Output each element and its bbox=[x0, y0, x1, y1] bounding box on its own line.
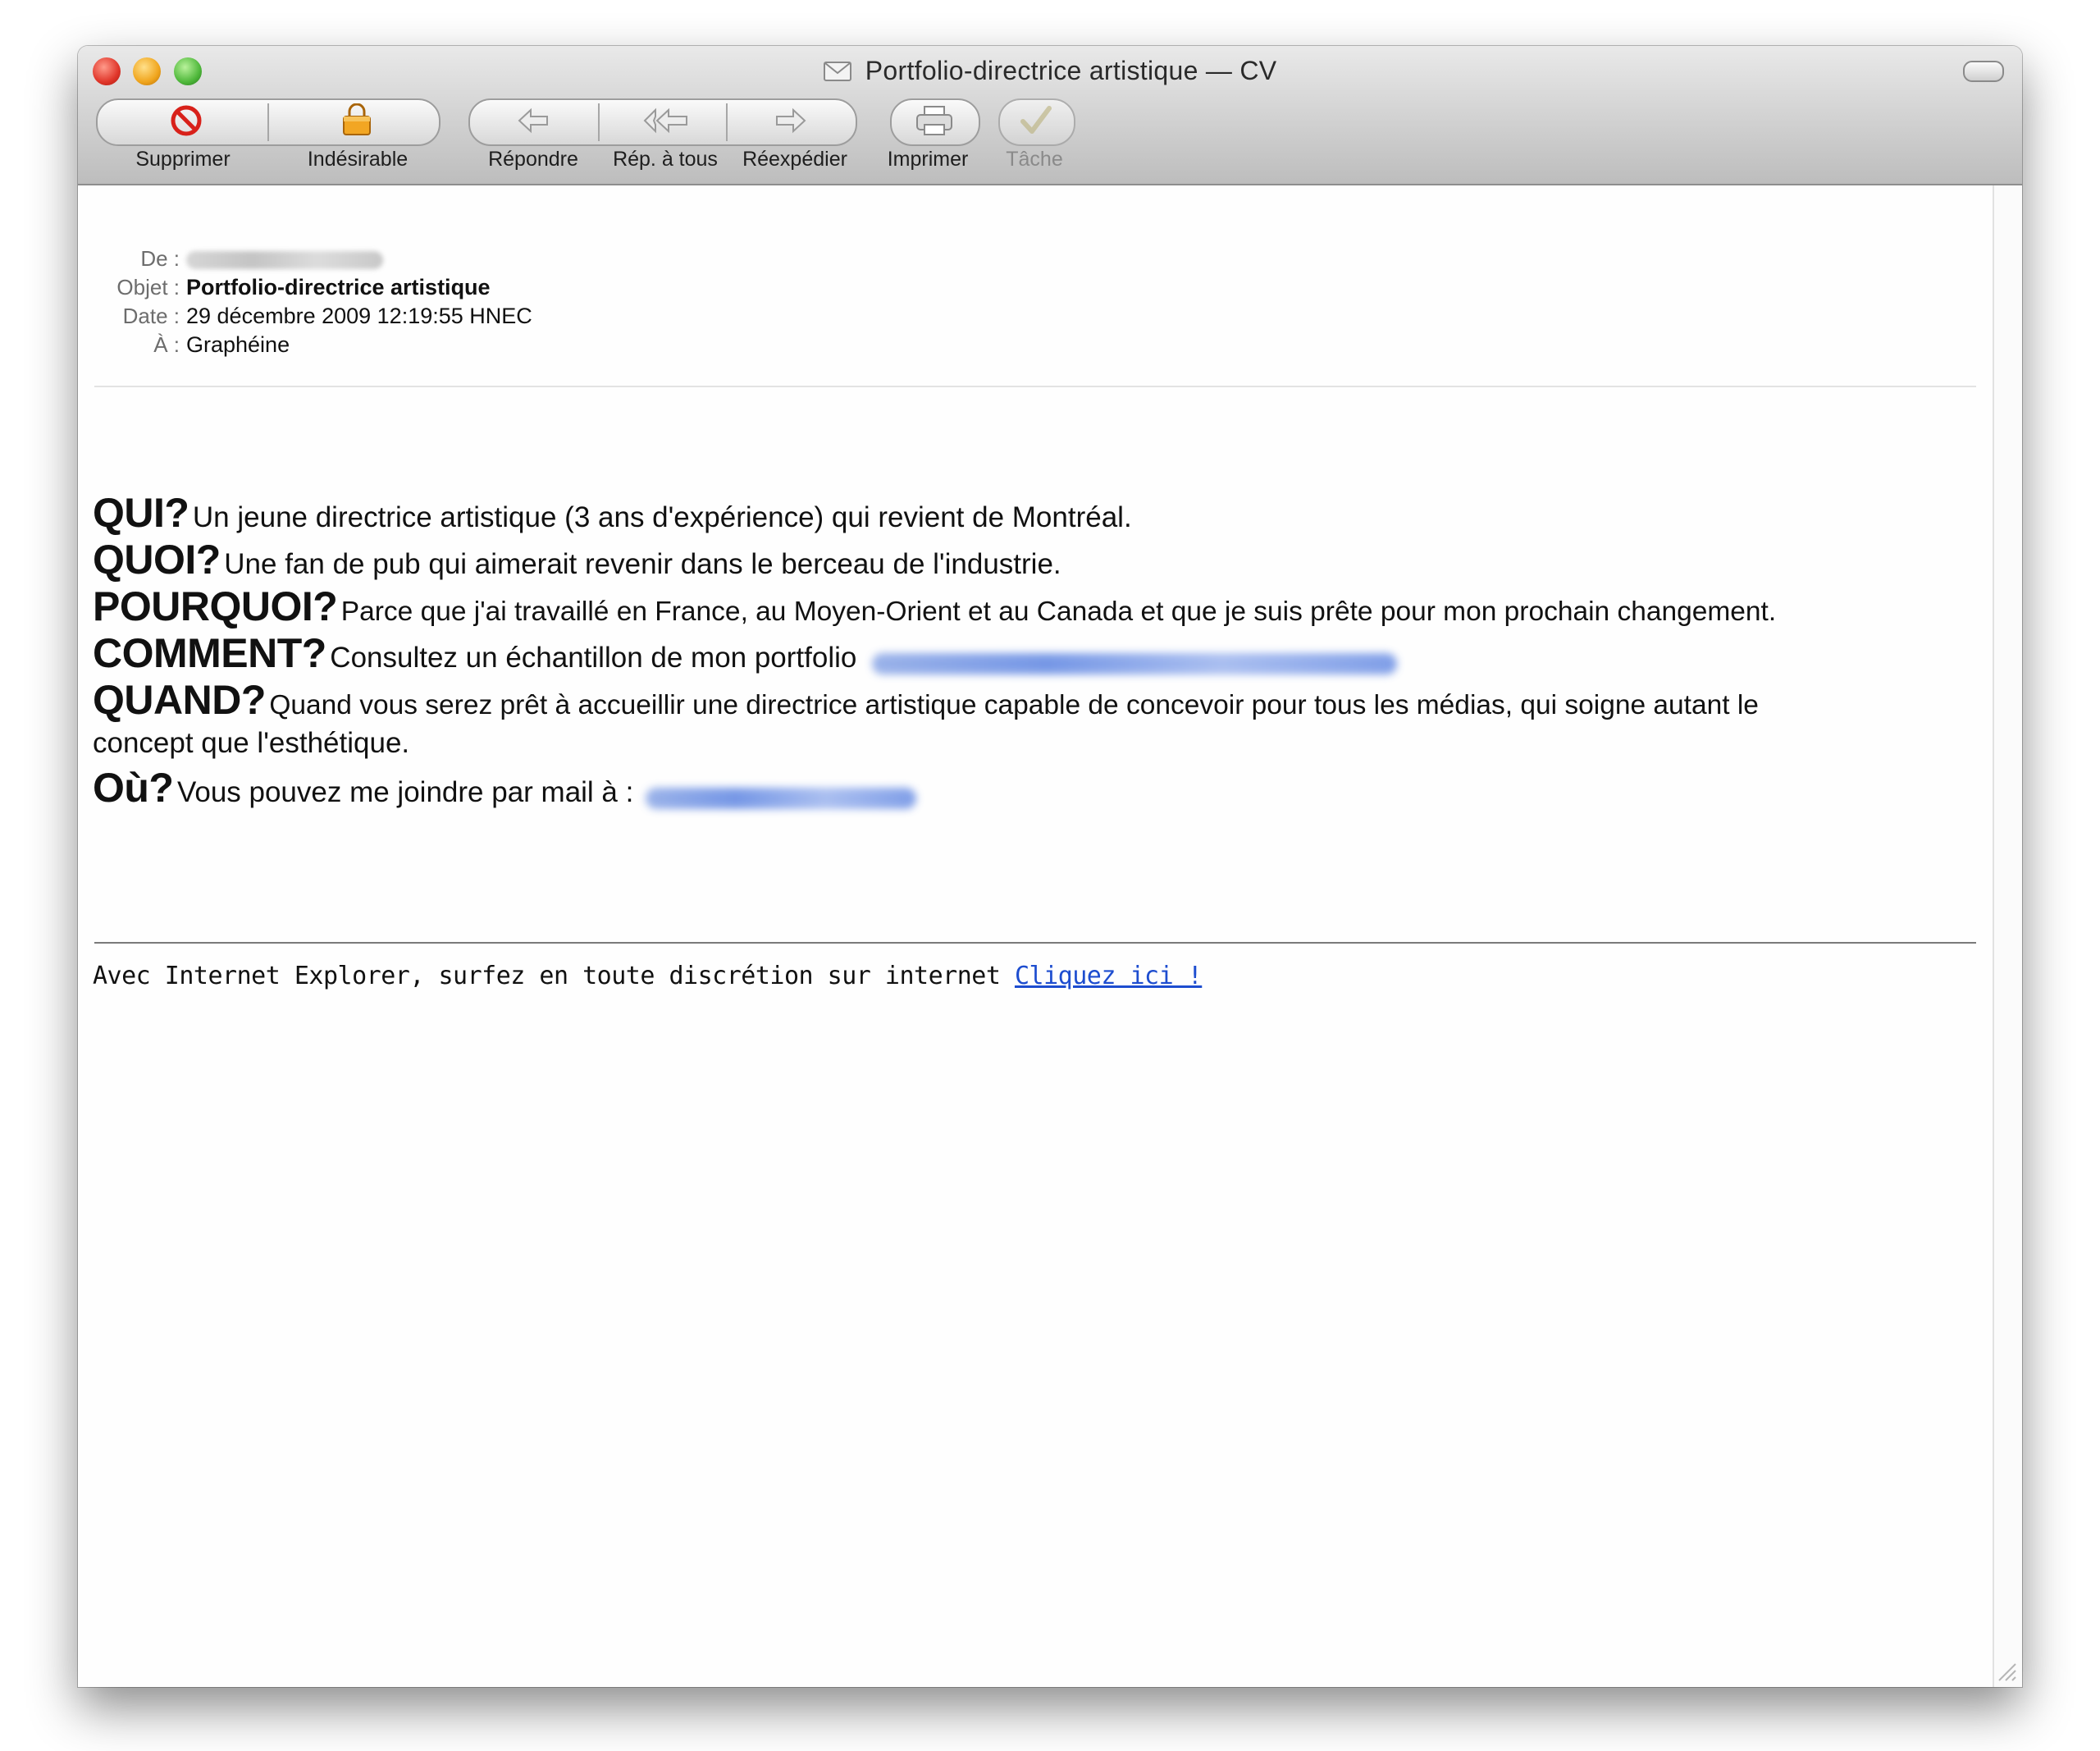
window-title-bar: Portfolio-directrice artistique — CV bbox=[78, 56, 2022, 88]
reply-all-button[interactable]: Rép. à tous bbox=[613, 148, 718, 171]
answer-text: Parce que j'ai travaillé en France, au M… bbox=[340, 597, 1777, 627]
body-line-pourquoi: POURQUOI? Parce que j'ai travaillé en Fr… bbox=[93, 583, 1976, 630]
answer-text: Vous pouvez me joindre par mail à : bbox=[176, 776, 634, 808]
body-line-qui: QUI? Un jeune directrice artistique (3 a… bbox=[93, 489, 1976, 537]
vertical-scrollbar[interactable] bbox=[1993, 185, 2022, 1687]
email-link[interactable] bbox=[645, 787, 916, 809]
reply-button[interactable]: Répondre bbox=[488, 148, 578, 171]
task-checkmark-icon bbox=[1018, 103, 1054, 138]
footer-ad: Avec Internet Explorer, surfez en toute … bbox=[93, 962, 1203, 990]
print-button[interactable]: Imprimer bbox=[888, 148, 969, 171]
envelope-icon bbox=[823, 57, 851, 88]
body-line-comment: COMMENT? Consultez un échantillon de mon… bbox=[93, 629, 1976, 677]
date-label: Date : bbox=[122, 304, 180, 328]
to-value: Graphéine bbox=[186, 332, 290, 357]
answer-text: Consultez un échantillon de mon portfoli… bbox=[330, 642, 857, 674]
junk-icon[interactable] bbox=[339, 103, 375, 138]
junk-button[interactable]: Indésirable bbox=[308, 148, 408, 171]
toolbar: Portfolio-directrice artistique — CV Sup… bbox=[78, 46, 2022, 185]
footer-text: Avec Internet Explorer, surfez en toute … bbox=[93, 962, 1001, 990]
reply-all-icon[interactable] bbox=[642, 103, 687, 138]
resize-grip-icon[interactable] bbox=[1993, 1657, 2017, 1682]
message-view: De : Objet : Portfolio-directrice artist… bbox=[78, 185, 2022, 1687]
body-line-quand-cont: concept que l'esthétique. bbox=[93, 727, 1976, 760]
delete-junk-group bbox=[96, 98, 441, 146]
to-label: À : bbox=[153, 332, 180, 357]
question-label: QUAND? bbox=[93, 677, 266, 723]
date-value: 29 décembre 2009 12:19:55 HNEC bbox=[186, 304, 532, 328]
redacted-sender bbox=[186, 250, 383, 269]
answer-text: Une fan de pub qui aimerait revenir dans… bbox=[224, 548, 1061, 580]
task-button: Tâche bbox=[1006, 148, 1063, 171]
mail-window: Portfolio-directrice artistique — CV Sup… bbox=[78, 46, 2022, 1687]
delete-icon[interactable] bbox=[168, 103, 204, 138]
toolbar-toggle-button[interactable] bbox=[1963, 61, 2004, 82]
body-line-ou: Où? Vous pouvez me joindre par mail à : bbox=[93, 764, 1976, 811]
from-value bbox=[186, 245, 383, 272]
footer-link[interactable]: Cliquez ici ! bbox=[1015, 962, 1203, 990]
answer-text: Quand vous serez prêt à accueillir une d… bbox=[269, 690, 1759, 720]
subject-value: Portfolio-directrice artistique bbox=[186, 275, 491, 299]
forward-icon[interactable] bbox=[772, 103, 808, 138]
question-label: COMMENT? bbox=[93, 630, 326, 676]
forward-button[interactable]: Réexpédier bbox=[742, 148, 847, 171]
body-line-quoi: QUOI? Une fan de pub qui aimerait reveni… bbox=[93, 536, 1976, 583]
question-label: QUOI? bbox=[93, 537, 221, 583]
header-separator bbox=[94, 386, 1976, 387]
answer-text: Un jeune directrice artistique (3 ans d'… bbox=[192, 501, 1132, 533]
from-label: De : bbox=[140, 246, 180, 271]
reply-icon[interactable] bbox=[516, 103, 552, 138]
delete-button[interactable]: Supprimer bbox=[135, 148, 230, 171]
question-label: Où? bbox=[93, 765, 174, 811]
footer-separator bbox=[94, 942, 1976, 944]
print-icon[interactable] bbox=[915, 103, 952, 138]
subject-label: Objet : bbox=[116, 275, 180, 299]
question-label: QUI? bbox=[93, 490, 189, 536]
portfolio-link[interactable] bbox=[871, 652, 1397, 674]
window-title: Portfolio-directrice artistique — CV bbox=[865, 56, 1277, 85]
answer-text: concept que l'esthétique. bbox=[93, 727, 410, 759]
question-label: POURQUOI? bbox=[93, 583, 338, 629]
body-line-quand: QUAND? Quand vous serez prêt à accueilli… bbox=[93, 676, 1976, 724]
